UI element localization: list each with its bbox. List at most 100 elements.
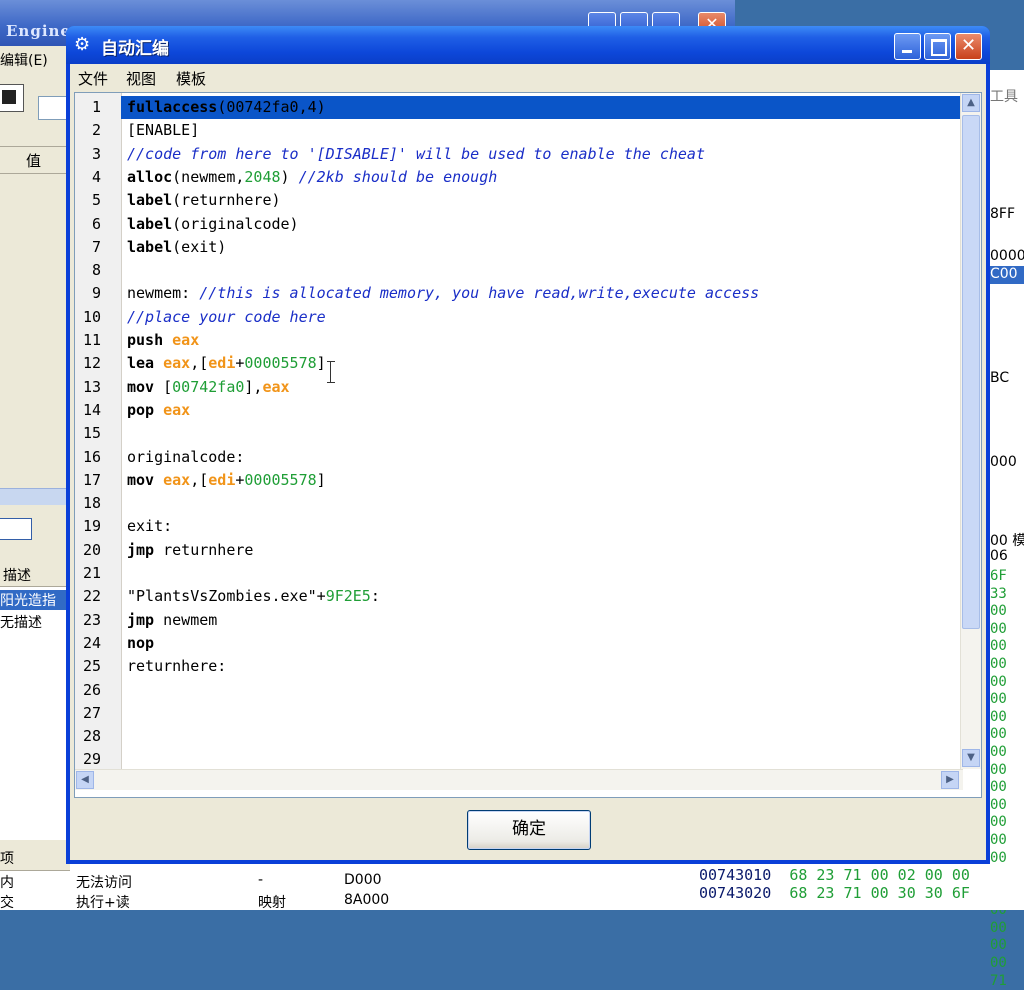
scrollbar-thumb[interactable] [962,115,980,629]
code-token: [ENABLE] [127,121,200,140]
code-line[interactable]: 22 "PlantsVsZombies.exe"+9F2E5: [75,585,963,608]
code-token: : [370,587,380,606]
line-number: 3 [91,144,101,163]
code-line[interactable]: 2 [ENABLE] [75,119,963,142]
code-token: mov [127,470,155,489]
dialog-titlebar[interactable]: ⚙ 自动汇编 ✕ [66,26,990,64]
code-line[interactable]: 16 originalcode: [75,446,963,469]
maximize-button[interactable] [924,33,951,60]
value-column-header[interactable]: 值 [0,146,68,174]
code-token: 00005578 [244,354,317,373]
code-line[interactable]: 17 mov eax,[edi+00005578] [75,469,963,492]
line-number: 22 [82,587,101,606]
line-number: 18 [82,494,101,513]
hex-header: 00 模 [990,533,1024,549]
code-line[interactable]: 14 pop eax [75,399,963,422]
gear-icon: ⚙ [74,34,91,55]
hex-byte: 00 [990,603,1007,620]
menu-template[interactable]: 模板 [176,68,206,89]
menu-file[interactable]: 文件 [78,68,108,89]
code-token: ] [316,354,326,373]
vertical-scrollbar[interactable]: ▲ ▼ [960,93,981,769]
code-line[interactable]: 28 [75,725,963,748]
code-line[interactable]: 7 label(exit) [75,236,963,259]
ok-button[interactable]: 确定 [467,810,591,850]
code-line[interactable]: 13 mov [00742fa0],eax [75,376,963,399]
line-number: 10 [82,307,101,326]
code-token: edi [208,354,236,373]
code-line[interactable]: 8 [75,259,963,282]
scroll-right-icon[interactable]: ▶ [941,771,959,789]
register-value: 00000 [990,248,1024,264]
line-number: 11 [82,331,101,349]
code-token: returnhere [154,540,254,559]
hex-header: 06 [990,548,1008,564]
description-column-header[interactable]: 描述 [0,560,68,587]
hex-byte: 00 [990,761,1007,778]
code-line[interactable]: 3 //code from here to '[DISABLE]' will be… [75,143,963,166]
code-line[interactable]: 12 lea eax,[edi+00005578] [75,352,963,375]
code-line[interactable]: 25 returnhere: [75,655,963,678]
code-line[interactable]: 20 jmp returnhere [75,539,963,562]
line-number: 4 [91,167,101,186]
line-number: 15 [82,424,101,443]
selected-register[interactable]: C00 [990,266,1024,284]
code-token: ,[ [190,470,209,489]
code-token: label [127,191,173,210]
code-editor[interactable]: 1 fullaccess(00742fa0,4) 2 [ENABLE] 3 //code … [74,92,982,798]
main-menu-edit[interactable]: 编辑(E) [0,50,48,70]
code-token: //2kb should be enough [298,167,498,186]
code-line[interactable]: 5 label(returnhere) [75,189,963,212]
hex-byte: 00 [990,831,1007,848]
dialog-body: 文件 视图 模板 1 fullaccess(00742fa0,4) 2 [ENABLE… [70,64,986,860]
code-line[interactable]: 9 newmem: //this is allocated memory, you… [75,282,963,305]
code-line[interactable]: 15 [75,422,963,445]
code-line[interactable]: 19 exit: [75,515,963,538]
panel-splitter[interactable] [0,488,68,505]
code-line[interactable]: 4 alloc(newmem,2048) //2kb should be enou… [75,166,963,189]
region-cell: 执行+读 [76,895,130,911]
horizontal-scrollbar[interactable]: ◀ ▶ [75,769,963,790]
code-line[interactable]: 21 [75,562,963,585]
scroll-up-icon[interactable]: ▲ [962,94,980,112]
minimize-button[interactable] [894,33,921,60]
code-token: exit: [127,517,173,536]
code-token: (00742fa0,4) [217,98,326,116]
hex-address: 00743010 [699,866,772,884]
line-number: 8 [91,261,101,280]
hex-byte: 71 [990,972,1007,989]
code-text: lea eax,[edi+00005578] [127,352,326,375]
main-side-button[interactable] [0,518,32,540]
code-text: "PlantsVsZombies.exe"+9F2E5: [127,585,380,608]
table-row[interactable]: 阳光造指 [0,590,68,610]
close-button[interactable]: ✕ [955,33,982,60]
scroll-left-icon[interactable]: ◀ [76,771,94,789]
scroll-down-icon[interactable]: ▼ [962,749,980,767]
code-line[interactable]: 24 nop [75,632,963,655]
code-token: 9F2E5 [325,587,371,606]
code-text: alloc(newmem,2048) //2kb should be enoug… [127,166,497,189]
line-number: 7 [91,237,101,256]
save-icon[interactable] [0,84,24,112]
hex-row: 00743020 68 23 71 00 30 30 6F [699,884,970,902]
code-text: fullaccess(00742fa0,4) [127,96,326,119]
code-token: ,[ [190,354,209,373]
code-line[interactable]: 11 push eax [75,329,963,352]
region-cell: 8A000 [344,892,390,908]
code-token: //place your code here [127,307,326,326]
hex-byte: 6F [990,568,1007,584]
code-line[interactable]: 27 [75,702,963,725]
code-line[interactable]: 23 jmp newmem [75,609,963,632]
menu-view[interactable]: 视图 [126,68,156,89]
code-line[interactable]: 26 [75,679,963,702]
menu-tools[interactable]: 工具 [990,86,1018,106]
table-row[interactable]: 无描述 [0,612,68,632]
code-line[interactable]: 10 //place your code here [75,306,963,329]
region-cell: 交 [0,895,14,911]
code-line[interactable]: 18 [75,492,963,515]
code-line[interactable]: 1 fullaccess(00742fa0,4) [75,96,963,120]
code-line[interactable]: 6 label(originalcode) [75,213,963,236]
code-token: eax [163,400,191,419]
code-text: jmp returnhere [127,539,253,562]
